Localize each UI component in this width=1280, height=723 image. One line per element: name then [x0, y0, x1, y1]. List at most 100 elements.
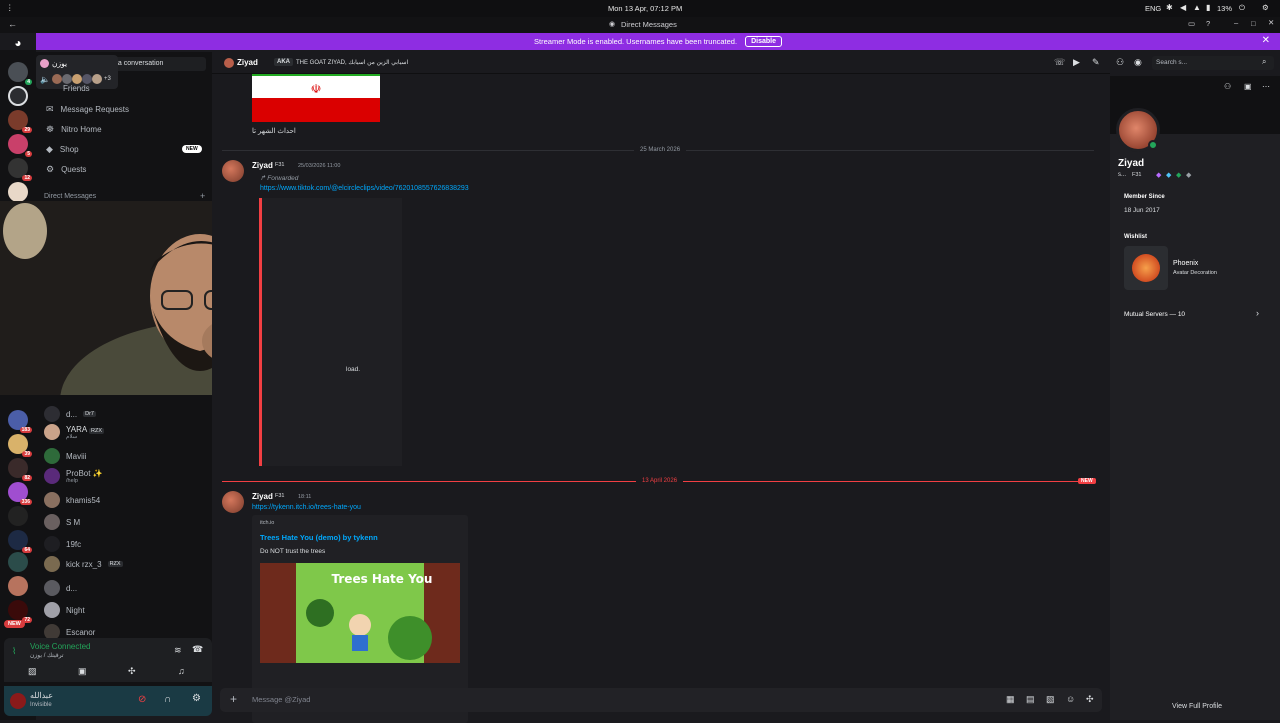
message-input[interactable]: Message @Ziyad — [252, 695, 310, 704]
dm-item[interactable]: 19fc — [44, 536, 81, 552]
server-icon[interactable]: 64 — [8, 530, 32, 553]
close-banner-icon[interactable]: ✕ — [1262, 35, 1270, 46]
message-author[interactable]: Ziyad — [252, 161, 273, 170]
search-input[interactable]: Search s... — [1156, 59, 1187, 66]
wishlist-item-name[interactable]: Phoenix — [1173, 260, 1198, 267]
voice-channel[interactable]: ترقيتك / يوزن — [30, 652, 64, 659]
badge-icon[interactable]: ◆ — [1186, 171, 1191, 179]
disable-streamer-button[interactable]: Disable — [745, 36, 782, 47]
avatar[interactable] — [222, 491, 244, 513]
dm-item[interactable]: d... Dr7 — [44, 406, 96, 422]
battery-icon[interactable]: ▮ — [1206, 3, 1210, 12]
profile-more-icon[interactable]: ▣ — [1244, 82, 1252, 91]
dm-item[interactable]: Night — [44, 602, 85, 618]
server-icon[interactable] — [8, 182, 28, 202]
server-icon[interactable] — [8, 506, 28, 526]
discord-home-icon[interactable]: ◕ — [8, 36, 28, 50]
headphones-icon[interactable]: ∩ — [164, 694, 171, 705]
server-icon[interactable]: 5 — [8, 134, 32, 157]
camera-off-icon[interactable]: ▨ — [28, 666, 37, 677]
server-icon[interactable]: 39 — [8, 434, 32, 457]
video-embed[interactable] — [262, 198, 402, 466]
nav-shop[interactable]: ◆ Shop — [46, 144, 79, 155]
profile-add-friend-icon[interactable]: ⚇ — [1224, 82, 1231, 91]
message-author[interactable]: Ziyad — [252, 492, 273, 501]
avatar[interactable] — [224, 58, 234, 68]
screen-share-icon[interactable]: ▣ — [78, 666, 87, 677]
profile-toggle-icon[interactable]: ◉ — [1134, 57, 1142, 68]
os-menu-icon[interactable]: ⋮ — [6, 3, 14, 12]
maximize-button[interactable]: □ — [1251, 19, 1256, 28]
server-icon[interactable]: 4 — [8, 62, 32, 85]
gift-icon[interactable]: ▦ — [1006, 694, 1015, 705]
settings-icon[interactable]: ⚙ — [1262, 3, 1269, 12]
dm-item[interactable]: Maviii — [44, 448, 86, 464]
add-friend-icon[interactable]: ⚇ — [1116, 57, 1124, 68]
attach-icon[interactable]: + — [230, 692, 237, 706]
video-icon[interactable]: ▶ — [1073, 57, 1080, 68]
emoji-icon[interactable]: ☺ — [1066, 694, 1075, 704]
itch-link[interactable]: https://tykenn.itch.io/trees-hate-you — [252, 504, 361, 511]
sticker-icon[interactable]: ▧ — [1046, 694, 1055, 705]
nav-quests[interactable]: ⚙ Quests — [46, 164, 86, 175]
help-icon[interactable]: ? — [1206, 19, 1210, 28]
server-icon[interactable] — [8, 552, 28, 572]
server-icon[interactable]: 82 — [8, 458, 32, 481]
bluetooth-icon[interactable]: ✱ — [1166, 3, 1173, 12]
avatar[interactable] — [222, 160, 244, 182]
avatar[interactable] — [92, 74, 102, 84]
soundboard-icon[interactable]: ♫ — [178, 666, 185, 676]
mutual-servers[interactable]: Mutual Servers — 10 — [1124, 311, 1185, 318]
server-icon[interactable]: 29 — [8, 110, 32, 133]
apps-icon[interactable]: ✣ — [1086, 694, 1094, 705]
inbox-icon[interactable]: ▭ — [1188, 19, 1195, 28]
avatar[interactable] — [10, 693, 26, 709]
profile-menu-icon[interactable]: ⋯ — [1262, 82, 1270, 91]
network-icon[interactable]: ▲ — [1193, 3, 1201, 12]
wishlist-item-thumb[interactable] — [1124, 246, 1168, 290]
minimize-button[interactable]: – — [1234, 18, 1238, 27]
call-icon[interactable]: ☏ — [1054, 57, 1065, 68]
nav-nitro-home[interactable]: ☸ Nitro Home — [46, 124, 102, 135]
server-icon[interactable] — [8, 576, 28, 596]
dm-item[interactable]: YARA RZX سلام — [44, 424, 104, 440]
power-icon[interactable]: ⏻ — [1239, 3, 1245, 13]
badge-icon[interactable]: ◆ — [1156, 171, 1161, 179]
server-icon[interactable]: 336 — [8, 482, 32, 505]
activities-icon[interactable]: ✣ — [128, 666, 136, 677]
dm-item[interactable]: S M — [44, 514, 80, 530]
tiktok-link[interactable]: https://www.tiktok.com/@elcircleclips/vi… — [260, 185, 469, 192]
embed-image[interactable]: Trees Hate You — [260, 563, 460, 663]
noise-suppression-icon[interactable]: ≋ — [174, 645, 182, 656]
create-dm-icon[interactable]: + — [200, 191, 205, 201]
chevron-right-icon[interactable]: › — [1256, 308, 1259, 318]
dm-item[interactable]: khamis54 — [44, 492, 100, 508]
dm-item[interactable]: ProBot ✨/help — [44, 468, 103, 484]
close-window-button[interactable]: ✕ — [1268, 18, 1274, 27]
back-arrow-icon[interactable]: ← — [8, 19, 17, 29]
volume-icon[interactable]: ◀ — [1180, 3, 1186, 12]
disconnect-icon[interactable]: ☎ — [192, 644, 203, 655]
search-box[interactable]: Search s... ⌕ — [1152, 56, 1274, 70]
pin-icon[interactable]: ✎ — [1092, 57, 1100, 68]
mic-muted-icon[interactable]: ⊘ — [138, 694, 146, 705]
embed-provider[interactable]: itch.io — [260, 520, 274, 526]
user-settings-icon[interactable]: ⚙ — [192, 693, 201, 704]
embed-title[interactable]: Trees Hate You (demo) by tykenn — [260, 533, 378, 542]
badge-icon[interactable]: ◆ — [1166, 171, 1171, 179]
server-icon[interactable]: 12 — [8, 158, 32, 181]
server-icon[interactable]: 72 — [8, 600, 32, 623]
mail-icon: ✉ — [46, 104, 54, 114]
badge-icon[interactable]: ◆ — [1176, 171, 1181, 179]
server-icon[interactable] — [8, 86, 28, 106]
dm-item[interactable]: d... — [44, 580, 77, 596]
server-icon[interactable]: 183 — [8, 410, 32, 433]
iran-flag-image[interactable]: ☫ — [252, 74, 380, 122]
new-unreads-pill[interactable]: NEW — [4, 620, 25, 628]
nav-message-requests[interactable]: ✉ Message Requests — [46, 104, 129, 115]
gif-icon[interactable]: ▤ — [1026, 694, 1035, 705]
view-full-profile-button[interactable]: View Full Profile — [1172, 703, 1222, 710]
nav-friends[interactable]: Friends — [46, 83, 90, 93]
dm-item[interactable]: kick rzx_3 RZX — [44, 556, 123, 572]
os-language[interactable]: ENG — [1145, 4, 1161, 13]
